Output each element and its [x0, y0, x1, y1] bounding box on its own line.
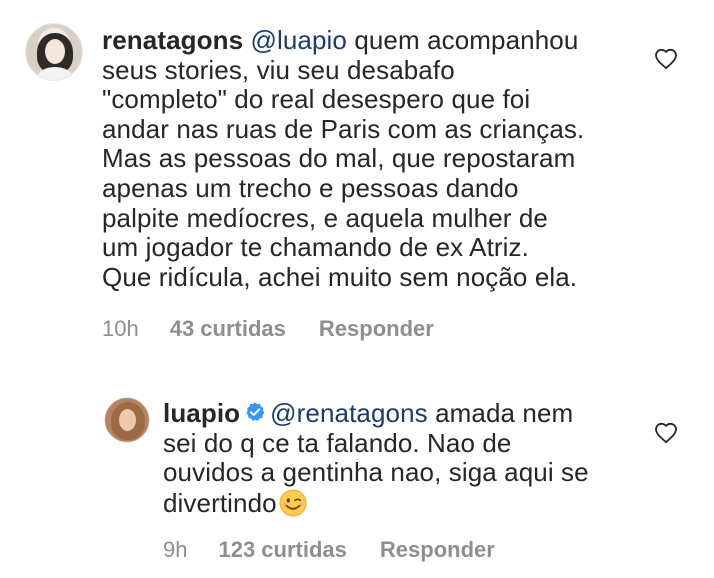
avatar-body: [38, 67, 72, 80]
comment: renatagons @luapio quem acompanhou seus …: [0, 0, 714, 360]
mention-link[interactable]: @renatagons: [270, 398, 428, 428]
reply-comment: luapio @renatagons amada nem sei do q ce …: [0, 380, 714, 578]
timestamp: 9h: [163, 537, 188, 562]
likes-count[interactable]: 123 curtidas: [218, 537, 346, 563]
likes-count[interactable]: 43 curtidas: [170, 316, 286, 342]
comment-body: quem acompanhou seus stories, viu seu de…: [102, 25, 585, 292]
comment-text: renatagons @luapio quem acompanhou seus …: [102, 25, 632, 292]
verified-badge-icon: [246, 402, 265, 421]
heart-icon[interactable]: [654, 421, 678, 445]
reply-button[interactable]: Responder: [380, 537, 495, 563]
mention-link[interactable]: @luapio: [250, 25, 347, 55]
avatar-face: [45, 39, 65, 64]
comment-meta: 9h 123 curtidas Responder: [163, 537, 495, 563]
username[interactable]: luapio: [163, 398, 240, 428]
avatar-face: [119, 409, 136, 431]
winking-face-icon: [279, 489, 307, 517]
heart-icon[interactable]: [654, 47, 678, 71]
timestamp: 10h: [102, 316, 139, 341]
comment-text: luapio @renatagons amada nem sei do q ce …: [163, 398, 643, 518]
comment-meta: 10h 43 curtidas Responder: [102, 316, 434, 342]
comment-thread: renatagons @luapio quem acompanhou seus …: [0, 0, 714, 578]
username[interactable]: renatagons: [102, 25, 243, 55]
avatar[interactable]: [104, 397, 150, 443]
reply-button[interactable]: Responder: [319, 316, 434, 342]
avatar[interactable]: [25, 23, 83, 81]
